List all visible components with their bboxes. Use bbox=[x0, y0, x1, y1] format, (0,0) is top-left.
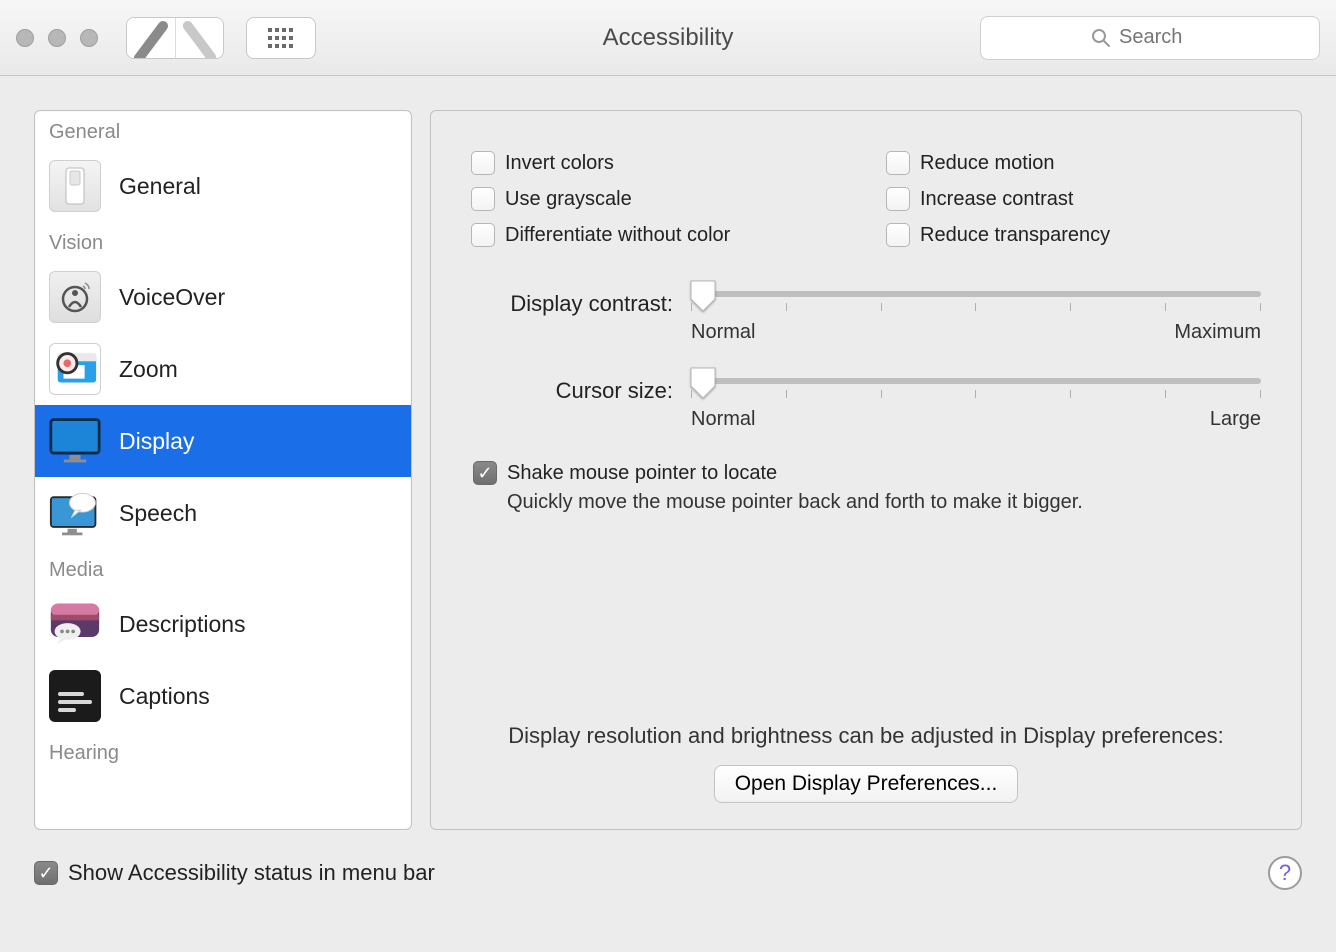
help-icon: ? bbox=[1279, 860, 1291, 886]
slider-max-label: Large bbox=[1210, 408, 1261, 431]
forward-button[interactable] bbox=[175, 18, 223, 58]
checkbox-label: Use grayscale bbox=[505, 188, 632, 211]
slider-track bbox=[691, 291, 1261, 297]
sidebar-item-descriptions[interactable]: Descriptions bbox=[35, 588, 411, 660]
sidebar-item-label: Descriptions bbox=[119, 611, 246, 638]
window-titlebar: Accessibility bbox=[0, 0, 1336, 76]
cursor-size-slider[interactable]: Normal Large bbox=[691, 374, 1261, 431]
display-contrast-label: Display contrast: bbox=[471, 287, 691, 317]
checkbox-icon bbox=[886, 223, 910, 247]
search-icon bbox=[1091, 28, 1111, 48]
checkbox-icon bbox=[473, 461, 497, 485]
sidebar-section-hearing: Hearing bbox=[35, 732, 411, 771]
show-all-prefs-button[interactable] bbox=[246, 17, 316, 59]
slider-thumb[interactable] bbox=[689, 366, 717, 400]
voiceover-icon bbox=[49, 271, 101, 323]
slider-min-label: Normal bbox=[691, 408, 755, 431]
increase-contrast-checkbox[interactable]: Increase contrast bbox=[886, 187, 1261, 211]
checkbox-label: Reduce motion bbox=[920, 152, 1055, 175]
minimize-window-button[interactable] bbox=[48, 29, 66, 47]
search-input[interactable] bbox=[1119, 26, 1209, 49]
checkbox-icon bbox=[471, 223, 495, 247]
search-field[interactable] bbox=[980, 16, 1320, 60]
shake-mouse-checkbox[interactable]: Shake mouse pointer to locate bbox=[473, 461, 1261, 485]
checkbox-label: Show Accessibility status in menu bar bbox=[68, 860, 435, 886]
display-contrast-slider[interactable]: Normal Maximum bbox=[691, 287, 1261, 344]
nav-buttons bbox=[126, 17, 224, 59]
checkbox-icon bbox=[471, 187, 495, 211]
slider-min-label: Normal bbox=[691, 321, 755, 344]
cursor-size-label: Cursor size: bbox=[471, 374, 691, 404]
checkbox-label: Reduce transparency bbox=[920, 224, 1110, 247]
checkbox-label: Differentiate without color bbox=[505, 224, 730, 247]
open-display-preferences-button[interactable]: Open Display Preferences... bbox=[714, 765, 1019, 803]
sidebar-item-label: Zoom bbox=[119, 356, 178, 383]
sidebar-item-label: Captions bbox=[119, 683, 210, 710]
display-settings-panel: Invert colors Reduce motion Use grayscal… bbox=[430, 110, 1302, 830]
descriptions-icon bbox=[49, 598, 101, 650]
reduce-transparency-checkbox[interactable]: Reduce transparency bbox=[886, 223, 1261, 247]
captions-icon bbox=[49, 670, 101, 722]
sidebar-section-media: Media bbox=[35, 549, 411, 588]
sidebar-item-display[interactable]: Display bbox=[35, 405, 411, 477]
show-status-menubar-checkbox[interactable]: Show Accessibility status in menu bar bbox=[34, 860, 435, 886]
differentiate-without-color-checkbox[interactable]: Differentiate without color bbox=[471, 223, 846, 247]
display-prefs-note: Display resolution and brightness can be… bbox=[471, 723, 1261, 749]
sidebar-section-general: General bbox=[35, 111, 411, 150]
close-window-button[interactable] bbox=[16, 29, 34, 47]
slider-thumb[interactable] bbox=[689, 279, 717, 313]
help-button[interactable]: ? bbox=[1268, 856, 1302, 890]
display-icon bbox=[49, 415, 101, 467]
slider-ticks bbox=[691, 303, 1261, 313]
sidebar-item-label: VoiceOver bbox=[119, 284, 225, 311]
back-button[interactable] bbox=[127, 18, 175, 58]
shake-mouse-description: Quickly move the mouse pointer back and … bbox=[507, 491, 1261, 514]
checkbox-icon bbox=[34, 861, 58, 885]
sidebar-item-label: General bbox=[119, 173, 201, 200]
sidebar-item-label: Display bbox=[119, 428, 194, 455]
sidebar-item-label: Speech bbox=[119, 500, 197, 527]
sidebar-item-captions[interactable]: Captions bbox=[35, 660, 411, 732]
window-controls bbox=[16, 29, 98, 47]
checkbox-icon bbox=[886, 151, 910, 175]
sidebar-item-voiceover[interactable]: VoiceOver bbox=[35, 261, 411, 333]
checkbox-label: Invert colors bbox=[505, 152, 614, 175]
slider-ticks bbox=[691, 390, 1261, 400]
zoom-icon bbox=[49, 343, 101, 395]
reduce-motion-checkbox[interactable]: Reduce motion bbox=[886, 151, 1261, 175]
checkbox-icon bbox=[471, 151, 495, 175]
sidebar-section-vision: Vision bbox=[35, 222, 411, 261]
zoom-window-button[interactable] bbox=[80, 29, 98, 47]
category-sidebar[interactable]: General General Vision VoiceOver bbox=[34, 110, 412, 830]
slider-max-label: Maximum bbox=[1174, 321, 1261, 344]
sidebar-item-speech[interactable]: Speech bbox=[35, 477, 411, 549]
checkbox-label: Increase contrast bbox=[920, 188, 1073, 211]
slider-track bbox=[691, 378, 1261, 384]
checkbox-icon bbox=[886, 187, 910, 211]
grid-icon bbox=[268, 28, 294, 48]
use-grayscale-checkbox[interactable]: Use grayscale bbox=[471, 187, 846, 211]
sidebar-item-general[interactable]: General bbox=[35, 150, 411, 222]
checkbox-label: Shake mouse pointer to locate bbox=[507, 462, 777, 485]
invert-colors-checkbox[interactable]: Invert colors bbox=[471, 151, 846, 175]
speech-icon bbox=[49, 487, 101, 539]
switch-icon bbox=[49, 160, 101, 212]
sidebar-item-zoom[interactable]: Zoom bbox=[35, 333, 411, 405]
